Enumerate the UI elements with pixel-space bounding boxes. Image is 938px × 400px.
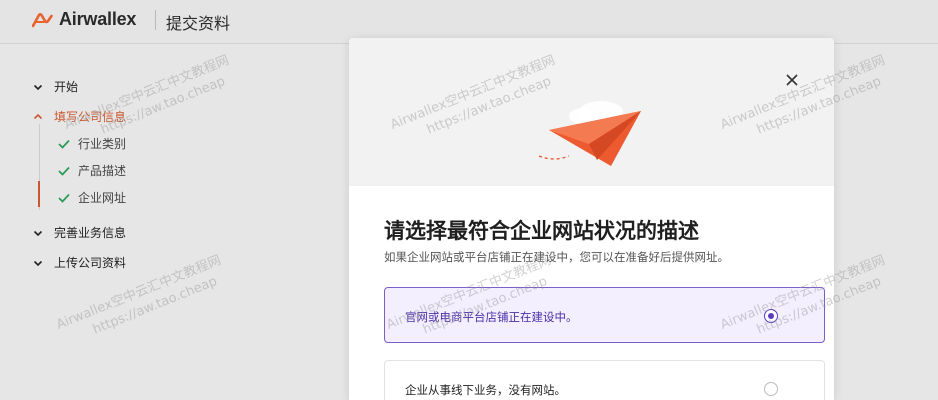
sidebar-section-label: 开始	[54, 80, 79, 94]
sidebar-section-business-info[interactable]: 完善业务信息	[32, 224, 126, 241]
sidebar-section-label: 填写公司信息	[54, 110, 127, 124]
radio-unselected[interactable]	[764, 382, 778, 396]
option-under-construction[interactable]: 官网或电商平台店铺正在建设中。	[384, 287, 825, 343]
radio-selected[interactable]	[764, 309, 778, 323]
check-icon	[58, 193, 70, 203]
sidebar-sub-item-industry[interactable]: 行业类别	[58, 135, 126, 152]
chevron-down-icon	[33, 260, 43, 266]
sidebar-section-label: 完善业务信息	[54, 226, 127, 240]
sidebar-section-start[interactable]: 开始	[32, 78, 78, 95]
sidebar-sub-item-label: 企业网址	[78, 191, 127, 205]
sidebar-sub-item-label: 行业类别	[78, 137, 127, 151]
sidebar-section-upload-docs[interactable]: 上传公司资料	[32, 254, 126, 271]
option-offline-business[interactable]: 企业从事线下业务，没有网站。	[384, 360, 825, 400]
website-status-dialog: 请选择最符合企业网站状况的描述 如果企业网站或平台店铺正在建设中，您可以在准备好…	[349, 38, 834, 400]
close-icon[interactable]	[785, 73, 799, 87]
header-divider	[155, 10, 156, 30]
sidebar-section-label: 上传公司资料	[54, 256, 127, 270]
chevron-down-icon	[33, 84, 43, 90]
sidebar-sub-item-website[interactable]: 企业网址	[58, 189, 126, 206]
check-icon	[58, 139, 70, 149]
sidebar: 开始 填写公司信息 行业类别 产品描述 企业网址 完善业务信息 上传公司资料	[0, 44, 345, 400]
page-title: 提交资料	[166, 14, 231, 33]
option-label: 官网或电商平台店铺正在建设中。	[405, 310, 578, 324]
brand-name: Airwallex	[59, 9, 137, 29]
chevron-up-icon	[33, 113, 43, 119]
option-label: 企业从事线下业务，没有网站。	[405, 383, 566, 397]
sidebar-sub-item-product[interactable]: 产品描述	[58, 162, 126, 179]
sidebar-sub-item-label: 产品描述	[78, 164, 127, 178]
brand-logo[interactable]: Airwallex	[32, 9, 136, 30]
paper-plane-icon	[539, 101, 641, 166]
sidebar-section-company-info[interactable]: 填写公司信息	[32, 108, 126, 125]
current-step-indicator	[38, 181, 40, 207]
airwallex-logo-icon	[32, 12, 53, 27]
dialog-subtitle: 如果企业网站或平台店铺正在建设中，您可以在准备好后提供网址。	[384, 250, 729, 264]
chevron-down-icon	[33, 230, 43, 236]
check-icon	[58, 166, 70, 176]
dialog-title: 请选择最符合企业网站状况的描述	[384, 219, 699, 243]
